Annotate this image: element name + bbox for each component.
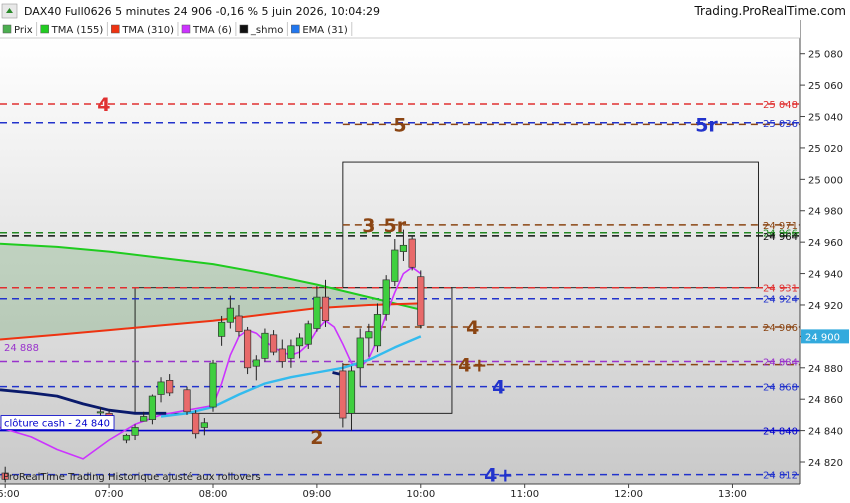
x-tick-label: 08:00 [199,489,228,500]
candle-body [148,395,157,420]
candle-body [226,307,234,323]
y-tick-label: 24 980 [808,207,843,218]
candle-body [339,370,347,419]
legend-item: Prix [14,25,33,36]
legend-item: TMA (6) [192,25,232,36]
candle-body [252,359,260,367]
level-tag: 4 [466,317,479,339]
legend-item: _shmo [250,25,283,36]
candle-body [131,427,139,436]
x-tick-label: 06:00 [0,489,20,500]
y-tick-label: 24 920 [808,301,843,312]
candle-body [96,411,105,414]
y-tick-label: 25 020 [808,144,843,155]
legend-item: EMA (31) [302,25,348,36]
candle-body [157,381,165,395]
x-tick-label: 13:00 [718,489,747,500]
candle-body [321,296,330,322]
candle-body [295,337,304,347]
legend-swatch [2,24,12,34]
candle-body [347,370,356,414]
legend-swatch [239,24,249,34]
chart-svg: 25 048425 036524 9715r 24 96624 96424 931… [0,3,850,500]
candle-body [192,412,200,435]
chart: 25 048 4 25 036 5 24 971 5r 24 966 24 964 24 931… [0,0,850,500]
legend-swatch [111,24,120,34]
y-tick-label: 24 860 [808,395,843,406]
level-tag: 4 [492,377,505,399]
wave-label: 5r [695,114,718,136]
x-tick-label: 09:00 [302,489,331,500]
collapse-icon[interactable] [1,3,18,19]
left-level-label: clôture cash - 24 840 [4,418,110,430]
wave-label: 3 [362,215,375,237]
level-label: 25 048 [763,100,798,111]
level-tag: 4+ [458,355,487,377]
legend-item: TMA (310) [121,25,174,36]
y-tick-label: 25 080 [808,50,843,61]
candle-body [218,321,226,337]
level-tag: 5r [384,215,407,237]
candle-body [183,389,191,413]
candle-body [140,416,148,422]
candle-body [313,296,321,329]
brand-link[interactable]: Trading.ProRealTime.com [693,4,846,18]
y-tick-label: 24 960 [808,238,843,249]
candle-body [391,249,399,282]
level-label: 24 906 [763,323,798,334]
level-tag: 5 [393,114,406,136]
candle-body [122,434,131,441]
level-label: 24 964 [763,232,798,243]
y-tick-label: 24 820 [808,458,843,469]
candle-body [278,348,286,362]
left-level-label: 24 888 [4,343,39,354]
level-tag: 4+ [484,465,513,487]
level-label: 24 812 [763,471,798,482]
legend-item: TMA (155) [51,25,104,36]
candle-body [235,315,243,333]
candle-body [365,331,373,339]
x-tick-label: 10:00 [406,489,435,500]
legend-bar [0,20,800,38]
y-tick-label: 25 000 [808,175,843,186]
legend-swatch [181,24,191,34]
y-tick-label: 25 060 [808,81,843,92]
candle-body [382,279,390,315]
candle-body [269,334,278,353]
candle-body [408,238,416,268]
level-label: 24 840 [763,427,798,438]
level-label: 24 924 [763,295,798,306]
level-label: 24 868 [763,383,798,394]
x-tick-label: 11:00 [510,489,539,500]
candle-body [261,332,269,359]
x-tick-label: 07:00 [95,489,124,500]
legend-swatch [291,24,300,34]
candle-body [399,244,408,252]
level-label: 25 036 [763,119,798,130]
candle-body [304,323,312,345]
chart-title: DAX40 Full0626 5 minutes 24 906 -0,16 % … [24,5,380,18]
legend-swatch [40,24,49,34]
y-tick-label: 24 940 [808,270,843,281]
candle-body [209,362,217,408]
candle-body [243,329,252,369]
candle-body [417,276,425,326]
level-label: 24 931 [763,284,798,295]
x-tick-label: 12:00 [614,489,643,500]
candle-body [373,314,382,347]
y-tick-label: 25 040 [808,113,843,124]
candle-body [356,337,364,369]
candle-body [200,422,208,428]
level-label: 24 884 [763,358,798,369]
y-tick-label: 24 840 [808,427,843,438]
series-line [332,371,341,376]
candle-body [287,345,295,359]
wave-label: 2 [310,427,323,449]
level-tag: 4 [97,94,110,116]
y-tick-label: 24 880 [808,364,843,375]
footer-note: ProRealTime Trading Historique ajusté au… [3,471,261,483]
last-price-label: 24 900 [805,332,840,343]
candle-body [166,380,174,394]
